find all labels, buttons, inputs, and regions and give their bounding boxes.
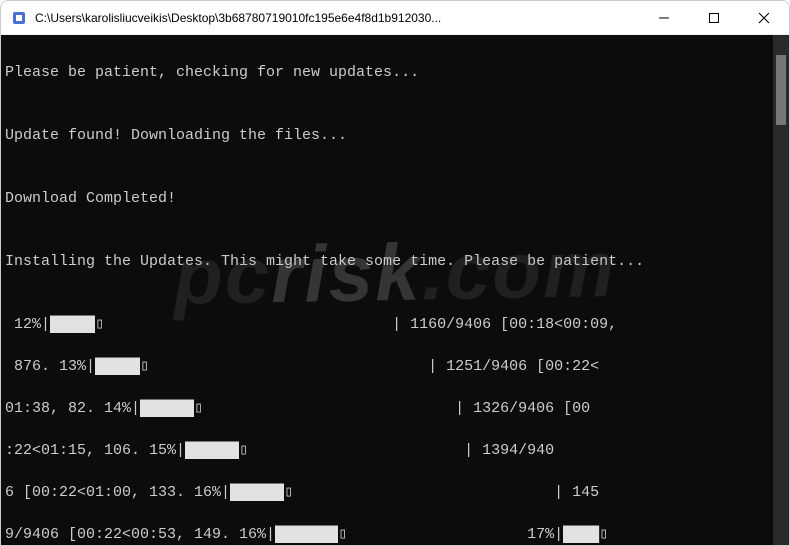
- window-title: C:\Users\karolisliucveikis\Desktop\3b687…: [35, 11, 639, 25]
- terminal-output[interactable]: Please be patient, checking for new upda…: [1, 35, 773, 545]
- close-button[interactable]: [739, 1, 789, 35]
- console-line: Download Completed!: [5, 188, 767, 209]
- progress-line: 9/9406 [00:22<00:53, 149. 16%|███████▯ 1…: [5, 524, 767, 545]
- terminal-container: Please be patient, checking for new upda…: [1, 35, 789, 545]
- app-window: C:\Users\karolisliucveikis\Desktop\3b687…: [0, 0, 790, 546]
- app-icon: [11, 10, 27, 26]
- scrollbar-thumb[interactable]: [776, 55, 786, 125]
- minimize-button[interactable]: [639, 1, 689, 35]
- progress-line: 01:38, 82. 14%|██████▯ | 1326/9406 [00: [5, 398, 767, 419]
- progress-line: 6 [00:22<01:00, 133. 16%|██████▯ | 145: [5, 482, 767, 503]
- console-line: Please be patient, checking for new upda…: [5, 62, 767, 83]
- progress-line: :22<01:15, 106. 15%|██████▯ | 1394/940: [5, 440, 767, 461]
- console-line: Installing the Updates. This might take …: [5, 251, 767, 272]
- maximize-button[interactable]: [689, 1, 739, 35]
- vertical-scrollbar[interactable]: [773, 35, 789, 545]
- console-line: Update found! Downloading the files...: [5, 125, 767, 146]
- progress-line: 12%|█████▯ | 1160/9406 [00:18<00:09,: [5, 314, 767, 335]
- title-bar[interactable]: C:\Users\karolisliucveikis\Desktop\3b687…: [1, 1, 789, 35]
- progress-line: 876. 13%|█████▯ | 1251/9406 [00:22<: [5, 356, 767, 377]
